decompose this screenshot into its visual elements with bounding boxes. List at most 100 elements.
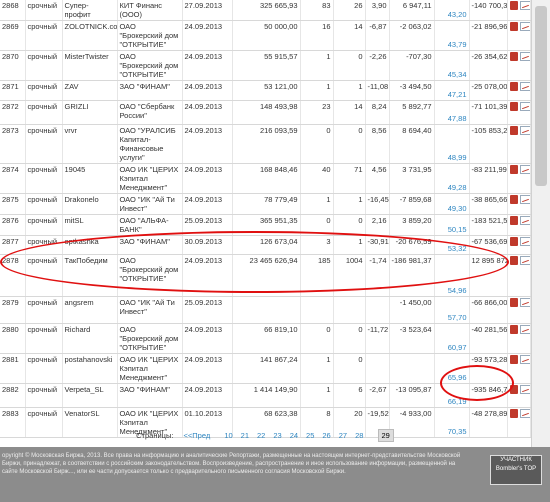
cell-type: срочный — [25, 383, 63, 408]
cell-broker: ОАО ИК "ЦЕРИХ Кэпитал Менеджмент" — [117, 163, 183, 194]
cell-deals: 40 — [300, 163, 334, 194]
cell-capital: 168 848,46 — [232, 163, 301, 194]
cell-id: 2879 — [0, 296, 26, 324]
cell-type: срочный — [25, 353, 63, 384]
cell-nick[interactable]: postahanovski — [62, 353, 118, 384]
chart-icon[interactable] — [519, 216, 529, 225]
report-icon[interactable] — [509, 256, 518, 265]
report-icon[interactable] — [509, 126, 518, 135]
cell-nick[interactable]: Супер-профит — [62, 0, 118, 21]
cell-id: 2869 — [0, 20, 26, 51]
table-row: 2880 срочный Richard ОАО "Брокерский дом "О… — [0, 323, 531, 354]
cell-id: 2871 — [0, 80, 26, 101]
cell-nick[interactable]: optkashka — [62, 235, 118, 255]
report-icon[interactable] — [509, 355, 518, 364]
cell-date: 24.09.2013 — [182, 124, 233, 164]
cell-pct: -11,72 — [365, 323, 390, 354]
chart-icon[interactable] — [519, 1, 529, 10]
report-icon[interactable] — [509, 216, 518, 225]
cell-pct2: 43,79 — [434, 20, 470, 51]
report-icon[interactable] — [509, 195, 518, 204]
report-icon[interactable] — [509, 102, 518, 111]
report-icon[interactable] — [509, 298, 518, 307]
chart-icon[interactable] — [519, 126, 529, 135]
pager-prev-link[interactable]: <<Пред — [184, 431, 211, 440]
report-icon[interactable] — [509, 82, 518, 91]
cell-actions — [507, 0, 531, 21]
report-icon[interactable] — [509, 1, 518, 10]
cell-nick[interactable]: Verpeta_SL — [62, 383, 118, 408]
top-badge[interactable]: УЧАСТНИК Bombler's TOP — [490, 455, 542, 485]
cell-type: срочный — [25, 235, 63, 255]
chart-icon[interactable] — [519, 22, 529, 31]
pagination: Страницы: <<Пред 10 21 22 23 24 25 26 27 28 29 — [0, 429, 530, 445]
cell-profit: -1 450,00 — [389, 296, 435, 324]
chart-icon[interactable] — [519, 195, 529, 204]
pager-page-link[interactable]: 26 — [322, 431, 330, 440]
pager-page-link[interactable]: 10 — [224, 431, 232, 440]
cell-nick[interactable]: vrvr — [62, 124, 118, 164]
cell-nick[interactable]: 19045 — [62, 163, 118, 194]
scrollbar[interactable] — [531, 0, 550, 447]
cell-nick[interactable]: ZAV — [62, 80, 118, 101]
cell-vol: 0 — [333, 353, 366, 384]
chart-icon[interactable] — [519, 237, 529, 246]
pager-page-link[interactable]: 22 — [257, 431, 265, 440]
chart-icon[interactable] — [519, 165, 529, 174]
report-icon[interactable] — [509, 325, 518, 334]
cell-nick[interactable]: mitSL — [62, 214, 118, 236]
report-icon[interactable] — [509, 237, 518, 246]
pager-page-link[interactable]: 24 — [290, 431, 298, 440]
cell-total: -25 078,00 — [469, 80, 508, 101]
chart-icon[interactable] — [519, 355, 529, 364]
cell-profit: 8 694,40 — [389, 124, 435, 164]
pager-page-link[interactable]: 27 — [339, 431, 347, 440]
chart-icon[interactable] — [519, 409, 529, 418]
cell-vol: 0 — [333, 50, 366, 81]
cell-nick[interactable]: Drakonelo — [62, 193, 118, 215]
chart-icon[interactable] — [519, 82, 529, 91]
pager-page-link[interactable]: 28 — [355, 431, 363, 440]
cell-id: 2870 — [0, 50, 26, 81]
cell-deals: 0 — [300, 214, 334, 236]
scrollbar-thumb[interactable] — [535, 6, 547, 186]
cell-actions — [507, 235, 531, 255]
chart-icon[interactable] — [519, 256, 529, 265]
report-icon[interactable] — [509, 385, 518, 394]
cell-nick[interactable]: GRIZLI — [62, 100, 118, 125]
cell-id: 2868 — [0, 0, 26, 21]
chart-icon[interactable] — [519, 298, 529, 307]
pager-page-link[interactable]: 25 — [306, 431, 314, 440]
report-icon[interactable] — [509, 409, 518, 418]
report-icon[interactable] — [509, 52, 518, 61]
table-row: 2874 срочный 19045 ОАО ИК "ЦЕРИХ Кэпитал Ме… — [0, 163, 531, 194]
cell-total: -66 866,00 — [469, 296, 508, 324]
cell-nick[interactable]: Richard — [62, 323, 118, 354]
cell-total: 12 895 872,97 — [469, 254, 508, 297]
cell-total: -40 281,56 — [469, 323, 508, 354]
table-row: 2872 срочный GRIZLI ОАО "Сбербанк России" 24… — [0, 100, 531, 125]
cell-pct2: 49,28 — [434, 163, 470, 194]
pager-page-link[interactable]: 23 — [273, 431, 281, 440]
cell-date: 24.09.2013 — [182, 254, 233, 297]
pager-page-link[interactable]: 21 — [241, 431, 249, 440]
cell-actions — [507, 353, 531, 384]
chart-icon[interactable] — [519, 325, 529, 334]
cell-id: 2878 — [0, 254, 26, 297]
cell-total: -26 354,62 — [469, 50, 508, 81]
cell-capital: 141 867,24 — [232, 353, 301, 384]
chart-icon[interactable] — [519, 385, 529, 394]
report-icon[interactable] — [509, 165, 518, 174]
chart-icon[interactable] — [519, 102, 529, 111]
cell-nick[interactable]: ZOLOTNICK.com — [62, 20, 118, 51]
cell-capital: 365 951,35 — [232, 214, 301, 236]
cell-nick[interactable]: ТакПобедим — [62, 254, 118, 297]
cell-nick[interactable]: angsrem — [62, 296, 118, 324]
chart-icon[interactable] — [519, 52, 529, 61]
cell-vol: 0 — [333, 323, 366, 354]
cell-date: 24.09.2013 — [182, 163, 233, 194]
report-icon[interactable] — [509, 22, 518, 31]
cell-actions — [507, 100, 531, 125]
cell-type: срочный — [25, 0, 63, 21]
cell-nick[interactable]: MisterTwister — [62, 50, 118, 81]
